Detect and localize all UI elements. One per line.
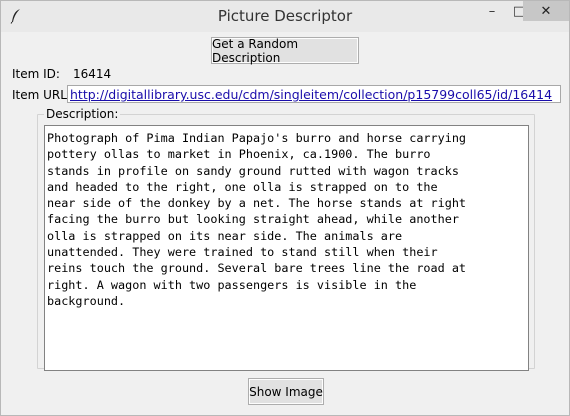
- random-description-button[interactable]: Get a Random Description: [211, 37, 359, 65]
- item-url-label: Item URL:: [12, 88, 71, 102]
- description-textarea[interactable]: Photograph of Pima Indian Papajo's burro…: [44, 125, 529, 371]
- minimize-icon[interactable]: –: [479, 1, 505, 21]
- item-id-label: Item ID:: [12, 67, 60, 81]
- item-url-link[interactable]: http://digitallibrary.usc.edu/cdm/single…: [67, 85, 561, 103]
- close-icon[interactable]: ✕: [523, 1, 569, 21]
- show-image-button[interactable]: Show Image: [248, 378, 324, 405]
- description-legend: Description:: [46, 107, 119, 121]
- item-id-value: 16414: [73, 67, 112, 81]
- app-window: Picture Descriptor – □ ✕ Get a Random De…: [0, 0, 570, 416]
- title-bar[interactable]: Picture Descriptor – □ ✕: [1, 1, 569, 32]
